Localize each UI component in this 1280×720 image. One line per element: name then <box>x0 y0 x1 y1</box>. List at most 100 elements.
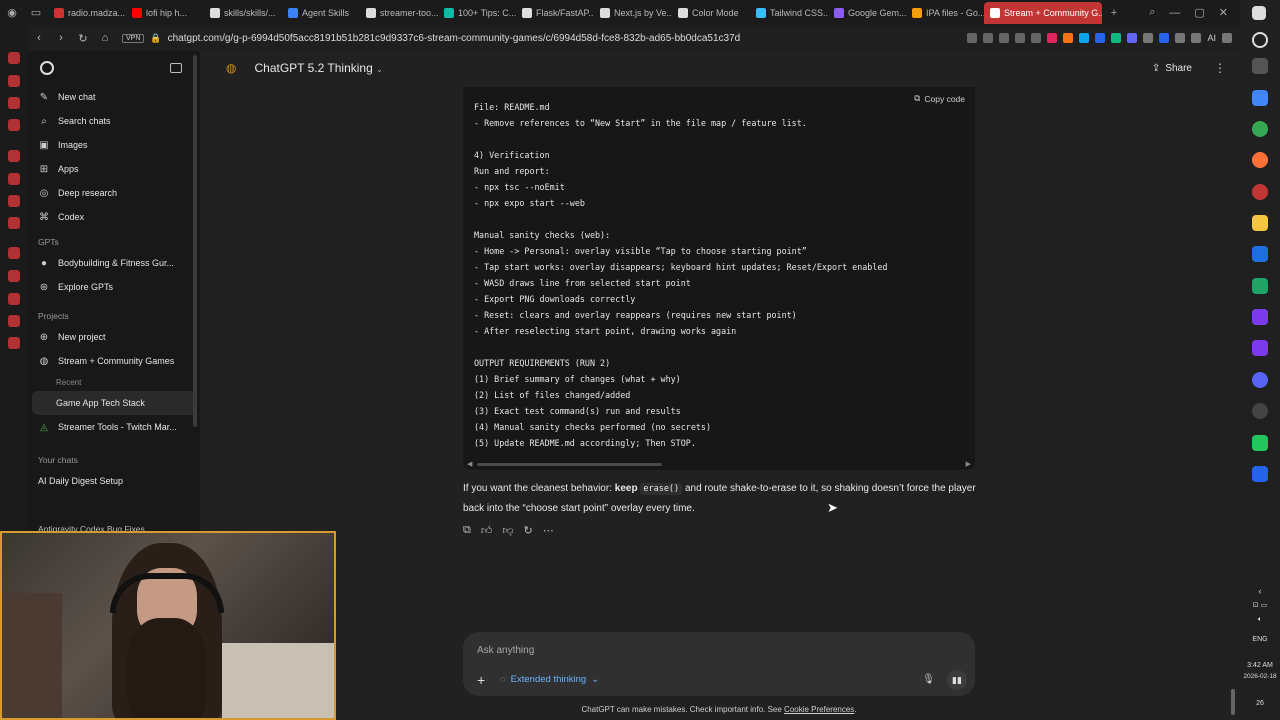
clock-time[interactable]: 3:42 AM <box>1240 662 1280 669</box>
openai-logo-icon[interactable] <box>40 61 54 75</box>
sidebar-gpt-explore-gpts[interactable]: ⊛ Explore GPTs <box>28 275 200 299</box>
app-icon[interactable] <box>1252 466 1268 482</box>
app-icon[interactable] <box>1252 246 1268 262</box>
sidebar-item-streamer-tools[interactable]: ◬ Streamer Tools - Twitch Mar... <box>28 415 200 439</box>
browser-tab[interactable]: lofi hip h... <box>126 2 204 24</box>
opera-sidebar-app-icon[interactable] <box>8 247 20 259</box>
thumbs-up-icon[interactable]: 👍︎ <box>481 524 493 537</box>
extension-pink-icon[interactable] <box>1047 33 1058 43</box>
sidebar-item-deep-research[interactable]: ◎ Deep research <box>28 181 200 205</box>
scrollbar-thumb[interactable] <box>1231 689 1235 715</box>
browser-tab[interactable]: 100+ Tips: C... <box>438 2 516 24</box>
reload-icon[interactable]: ↻ <box>72 32 94 45</box>
download-icon[interactable] <box>1175 33 1186 43</box>
voice-mode-icon[interactable]: ▮▮ <box>947 670 967 690</box>
extension-purple-icon[interactable] <box>1127 33 1138 43</box>
url-field[interactable]: chatgpt.com/g/g-p-6994d50f5acc8191b51b28… <box>168 33 968 44</box>
opera-sidebar-app-icon[interactable] <box>8 173 20 185</box>
browser-tab[interactable]: Color Mode <box>672 2 750 24</box>
vpn-badge[interactable]: VPN <box>122 33 145 43</box>
sidebar-item-game-app-tech-stack[interactable]: Game App Tech Stack <box>32 391 196 415</box>
browser-tab[interactable]: Google Gem... <box>828 2 906 24</box>
screenshot-icon[interactable] <box>983 33 994 43</box>
search-tabs-icon[interactable]: ⌕ <box>1149 6 1155 19</box>
prompt-input[interactable]: Ask anything <box>477 645 534 656</box>
sidebar-scrollbar[interactable] <box>193 55 197 427</box>
excel-icon[interactable] <box>1252 278 1268 294</box>
extension-orange-icon[interactable] <box>1063 33 1074 43</box>
browser-tab[interactable]: skills/skills/... <box>204 2 282 24</box>
file-explorer-icon[interactable] <box>1252 215 1268 231</box>
settings-icon[interactable] <box>1191 33 1202 43</box>
opera-sidebar-app-icon[interactable] <box>8 52 20 64</box>
chat-item[interactable]: Antigravity Codex Bug Fixes <box>38 524 145 531</box>
scroll-right-icon[interactable]: ▶ <box>966 460 971 468</box>
app-icon[interactable] <box>1252 340 1268 356</box>
browser-tab[interactable]: Next.js by Ve... <box>594 2 672 24</box>
start-icon[interactable] <box>1252 6 1266 20</box>
more-icon[interactable]: ⋯ <box>543 524 554 537</box>
extension-globe-icon[interactable] <box>1095 33 1106 43</box>
opera-sidebar-app-icon[interactable] <box>8 97 20 109</box>
browser-tab[interactable]: Flask/FastAP... <box>516 2 594 24</box>
opera-sidebar-app-icon[interactable] <box>8 315 20 327</box>
menu-icon[interactable] <box>1222 33 1232 43</box>
search-icon[interactable] <box>1252 32 1268 48</box>
sidebar-gpt-bodybuilding-fitness-gur[interactable]: ● Bodybuilding & Fitness Gur... <box>28 251 200 275</box>
app-icon[interactable] <box>1252 435 1268 451</box>
shield-icon[interactable] <box>999 33 1010 43</box>
profile-icon[interactable] <box>1159 33 1170 43</box>
browser-tab[interactable]: Agent Skills <box>282 2 360 24</box>
play-icon[interactable] <box>1015 33 1026 43</box>
browser-tab[interactable]: radio.madza... <box>48 2 126 24</box>
tray-chevron-icon[interactable]: ‹ <box>1240 586 1280 596</box>
new-tab-icon[interactable]: + <box>1102 0 1126 25</box>
close-window-icon[interactable]: ✕ <box>1219 6 1228 19</box>
task-view-icon[interactable] <box>1252 58 1268 74</box>
opera-icon[interactable] <box>1252 184 1268 200</box>
sidebar-item-apps[interactable]: ⊞ Apps <box>28 157 200 181</box>
sidebar-item-search-chats[interactable]: ⌕ Search chats <box>28 109 200 133</box>
tab-overview-icon[interactable]: ▭ <box>24 0 48 25</box>
share-button[interactable]: ⇪ Share <box>1152 63 1192 74</box>
opera-sidebar-app-icon[interactable] <box>8 217 20 229</box>
add-attachment-icon[interactable]: + <box>477 672 485 688</box>
browser-tab[interactable]: streamer-too... <box>360 2 438 24</box>
heart-icon[interactable] <box>1031 33 1042 43</box>
app-icon[interactable] <box>1252 309 1268 325</box>
sidebar-toggle-icon[interactable] <box>170 63 182 73</box>
opera-sidebar-app-icon[interactable] <box>8 195 20 207</box>
language-indicator[interactable]: ENG <box>1240 636 1280 643</box>
opera-sidebar-app-icon[interactable] <box>8 293 20 305</box>
browser-tab[interactable]: IPA files - Go... <box>906 2 984 24</box>
browser-tab[interactable]: Tailwind CSS... <box>750 2 828 24</box>
maximize-icon[interactable]: ▢ <box>1194 6 1204 19</box>
copy-code-button[interactable]: ⧉ Copy code <box>914 93 965 104</box>
opera-menu-icon[interactable]: ◉ <box>0 0 24 25</box>
more-options-icon[interactable]: ⋮ <box>1214 61 1226 75</box>
scroll-left-icon[interactable]: ◀ <box>467 460 472 468</box>
ai-button[interactable]: AI <box>1207 33 1216 43</box>
scrollbar-thumb[interactable] <box>477 463 662 466</box>
extensions-puzzle-icon[interactable] <box>1143 33 1154 43</box>
sidebar-item-images[interactable]: ▣ Images <box>28 133 200 157</box>
project-globe-icon[interactable]: ◍ <box>226 61 236 75</box>
firefox-icon[interactable] <box>1252 152 1268 168</box>
volume-icon[interactable]: 🔈︎ <box>1240 616 1280 624</box>
opera-sidebar-app-icon[interactable] <box>8 75 20 87</box>
browser-tab[interactable]: Stream + Community G... <box>984 1 1102 24</box>
lock-icon[interactable]: 🔒 <box>150 33 161 44</box>
model-selector[interactable]: ChatGPT 5.2 Thinking ⌄ <box>254 61 382 75</box>
home-icon[interactable]: ⌂ <box>94 32 116 44</box>
tray-icons[interactable]: ⊡ ▭ <box>1240 601 1280 609</box>
code-horizontal-scrollbar[interactable]: ◀ ▶ <box>467 460 971 468</box>
chat-item[interactable]: AI Daily Digest Setup <box>28 469 200 493</box>
bookmark-icon[interactable] <box>967 33 978 43</box>
opera-sidebar-app-icon[interactable] <box>8 270 20 282</box>
discord-icon[interactable] <box>1252 372 1268 388</box>
copilot-icon[interactable] <box>1252 90 1268 106</box>
microphone-icon[interactable]: 🎙︎ <box>922 674 935 685</box>
copy-icon[interactable]: ⧉ <box>463 524 471 537</box>
cookie-preferences-link[interactable]: Cookie Preferences <box>784 705 854 714</box>
notification-badge[interactable]: 26 <box>1240 700 1280 707</box>
